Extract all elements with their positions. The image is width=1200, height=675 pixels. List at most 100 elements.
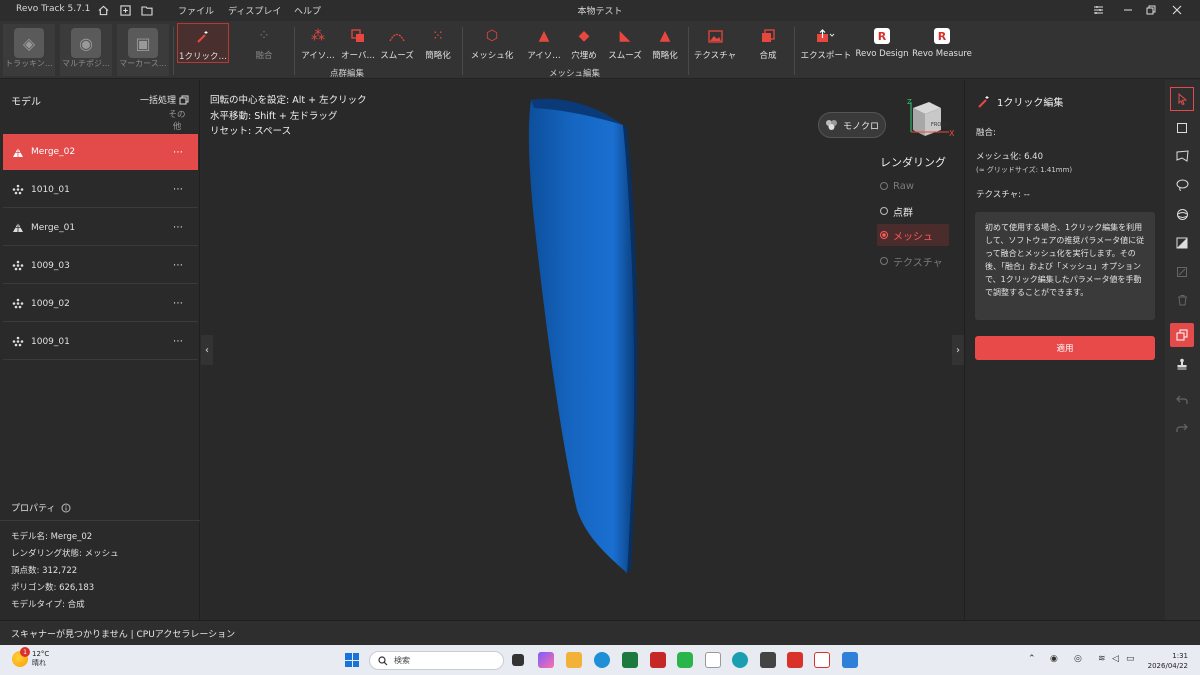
more-options-icon[interactable]: ⋯ — [173, 184, 184, 195]
more-options-icon[interactable]: ⋯ — [173, 260, 184, 271]
revo-measure-button[interactable]: R Revo Measure — [912, 23, 972, 63]
close-icon[interactable] — [1168, 2, 1186, 18]
mesh-smooth-button[interactable]: ◣ スムーズ — [604, 23, 646, 63]
app-icon[interactable] — [732, 652, 748, 668]
restore-icon[interactable] — [1142, 2, 1160, 18]
system-clock[interactable]: 1:31 2026/04/22 — [1140, 651, 1188, 671]
notepad-icon[interactable] — [705, 652, 721, 668]
3d-viewport[interactable]: 回転の中心を設定: Alt + 左クリック 水平移動: Shift + 左ドラッ… — [201, 80, 964, 620]
copilot-icon[interactable] — [538, 652, 554, 668]
windows-taskbar: 1 12°C 晴れ 検索 ⌃ ◉ ◎ ≋ ◁ ▭ 1:31 2026/04/22 — [0, 645, 1200, 675]
scanned-model-mesh[interactable] — [201, 80, 964, 620]
redo-icon[interactable] — [1170, 416, 1194, 440]
point-smooth-button[interactable]: スムーズ — [376, 23, 418, 63]
point-simplify-button[interactable]: ⁙ 簡略化 — [418, 23, 458, 63]
polygon-select-icon[interactable] — [1170, 144, 1194, 168]
settings-icon[interactable] — [1089, 2, 1107, 18]
pointer-select-icon[interactable] — [1170, 87, 1194, 111]
wifi-icon[interactable]: ≋ — [1098, 654, 1106, 664]
texture-setting: テクスチャ: -- — [976, 190, 1030, 200]
menu-file[interactable]: ファイル — [178, 4, 214, 17]
point-isolate-button[interactable]: ⁂ アイソ… — [298, 23, 338, 63]
revo-track-icon[interactable] — [814, 652, 830, 668]
copy-model-icon[interactable] — [1170, 323, 1194, 347]
open-folder-icon[interactable] — [140, 3, 154, 17]
merge-button[interactable]: 合成 — [748, 23, 788, 63]
plane-cut-icon[interactable] — [1170, 231, 1194, 255]
excel-icon[interactable] — [622, 652, 638, 668]
lasso-select-icon[interactable] — [1170, 173, 1194, 197]
revo-design-button[interactable]: R Revo Design — [855, 23, 909, 63]
simplify-icon: ⁙ — [432, 28, 444, 44]
tracking-button[interactable]: ◈ トラッキン… — [3, 24, 55, 76]
menu-display[interactable]: ディスプレイ — [228, 4, 281, 17]
revo-app-icon[interactable] — [787, 652, 803, 668]
meshing-button[interactable]: ⬡ メッシュ化 — [468, 23, 516, 63]
minimize-icon[interactable] — [1119, 2, 1137, 18]
battery-icon[interactable]: ▭ — [1126, 654, 1135, 664]
windows-start-icon[interactable] — [345, 653, 359, 667]
undo-icon[interactable] — [1170, 388, 1194, 412]
model-row[interactable]: Merge_02 ⋯ — [3, 134, 198, 170]
tray-app-icon[interactable]: ◎ — [1074, 654, 1082, 664]
more-options-icon[interactable]: ⋯ — [173, 336, 184, 347]
prop-render-state: レンダリング状態: メッシュ — [11, 549, 119, 559]
app-icon[interactable] — [760, 652, 776, 668]
line-icon[interactable] — [677, 652, 693, 668]
taskbar-search[interactable]: 検索 — [369, 651, 504, 670]
export-button[interactable]: エクスポート — [798, 23, 854, 63]
app-icon[interactable] — [650, 652, 666, 668]
edge-icon[interactable] — [594, 652, 610, 668]
apply-button[interactable]: 適用 — [975, 336, 1155, 360]
texture-button[interactable]: テクスチャ — [692, 23, 738, 63]
collapse-right-button[interactable]: › — [952, 335, 964, 365]
toolbar-divider — [173, 27, 174, 75]
tray-chevron-icon[interactable]: ⌃ — [1028, 654, 1036, 664]
multi-position-button[interactable]: ◉ マルチポジ… — [60, 24, 112, 76]
file-explorer-icon[interactable] — [566, 652, 582, 668]
more-options-icon[interactable]: ⋯ — [173, 298, 184, 309]
volume-icon[interactable]: ◁ — [1112, 654, 1119, 664]
model-row[interactable]: 1009_02 ⋯ — [3, 286, 198, 322]
clock-time: 1:31 — [1172, 652, 1188, 660]
fusion-button[interactable]: ⁘ 融合 — [244, 23, 284, 63]
monochrome-toggle[interactable]: モノクロ — [818, 112, 886, 138]
rectangle-select-icon[interactable] — [1170, 116, 1194, 140]
more-options-icon[interactable]: ⋯ — [173, 147, 184, 158]
invert-selection-icon[interactable] — [1170, 260, 1194, 284]
render-option-raw[interactable]: Raw — [877, 175, 949, 197]
info-icon[interactable] — [61, 503, 71, 513]
new-project-icon[interactable] — [118, 3, 132, 17]
marker-scan-button[interactable]: ▣ マーカース… — [117, 24, 169, 76]
home-icon[interactable] — [96, 3, 110, 17]
overlap-button[interactable]: オーバ… — [338, 23, 378, 63]
surface-select-icon[interactable] — [1170, 202, 1194, 226]
one-click-edit-button[interactable]: 1クリック… — [177, 23, 229, 63]
trash-icon[interactable] — [1170, 288, 1194, 312]
model-row[interactable]: Merge_01 ⋯ — [3, 210, 198, 246]
stamp-icon[interactable] — [1170, 352, 1194, 376]
mesh-isolate-button[interactable]: ▲ アイソ… — [524, 23, 564, 63]
render-option-mesh[interactable]: メッシュ — [877, 224, 949, 246]
menu-help[interactable]: ヘルプ — [294, 4, 321, 17]
render-option-label: メッシュ — [893, 231, 933, 243]
model-row[interactable]: 1009_01 ⋯ — [3, 324, 198, 360]
mesh-simplify-button[interactable]: ▲ 簡略化 — [645, 23, 685, 63]
batch-process-button[interactable]: 一括処理 — [140, 93, 189, 106]
photos-icon[interactable] — [842, 652, 858, 668]
mesh-icon — [11, 145, 25, 159]
weather-widget[interactable]: 1 12°C 晴れ — [12, 647, 49, 668]
more-options-icon[interactable]: ⋯ — [173, 222, 184, 233]
collapse-left-button[interactable]: ‹ — [201, 335, 213, 365]
export-label: エクスポート — [800, 51, 852, 61]
render-option-pointcloud[interactable]: 点群 — [877, 200, 949, 222]
model-row[interactable]: 1009_03 ⋯ — [3, 248, 198, 284]
task-view-icon[interactable] — [512, 654, 524, 666]
tray-app-icon[interactable]: ◉ — [1050, 654, 1058, 664]
fill-holes-button[interactable]: ◆ 穴埋め — [566, 23, 602, 63]
toolbar-divider — [462, 27, 463, 75]
view-cube[interactable]: FRONT Z X — [901, 98, 957, 144]
render-option-texture[interactable]: テクスチャ — [877, 250, 949, 272]
model-panel-title: モデル — [11, 97, 41, 108]
model-row[interactable]: 1010_01 ⋯ — [3, 172, 198, 208]
